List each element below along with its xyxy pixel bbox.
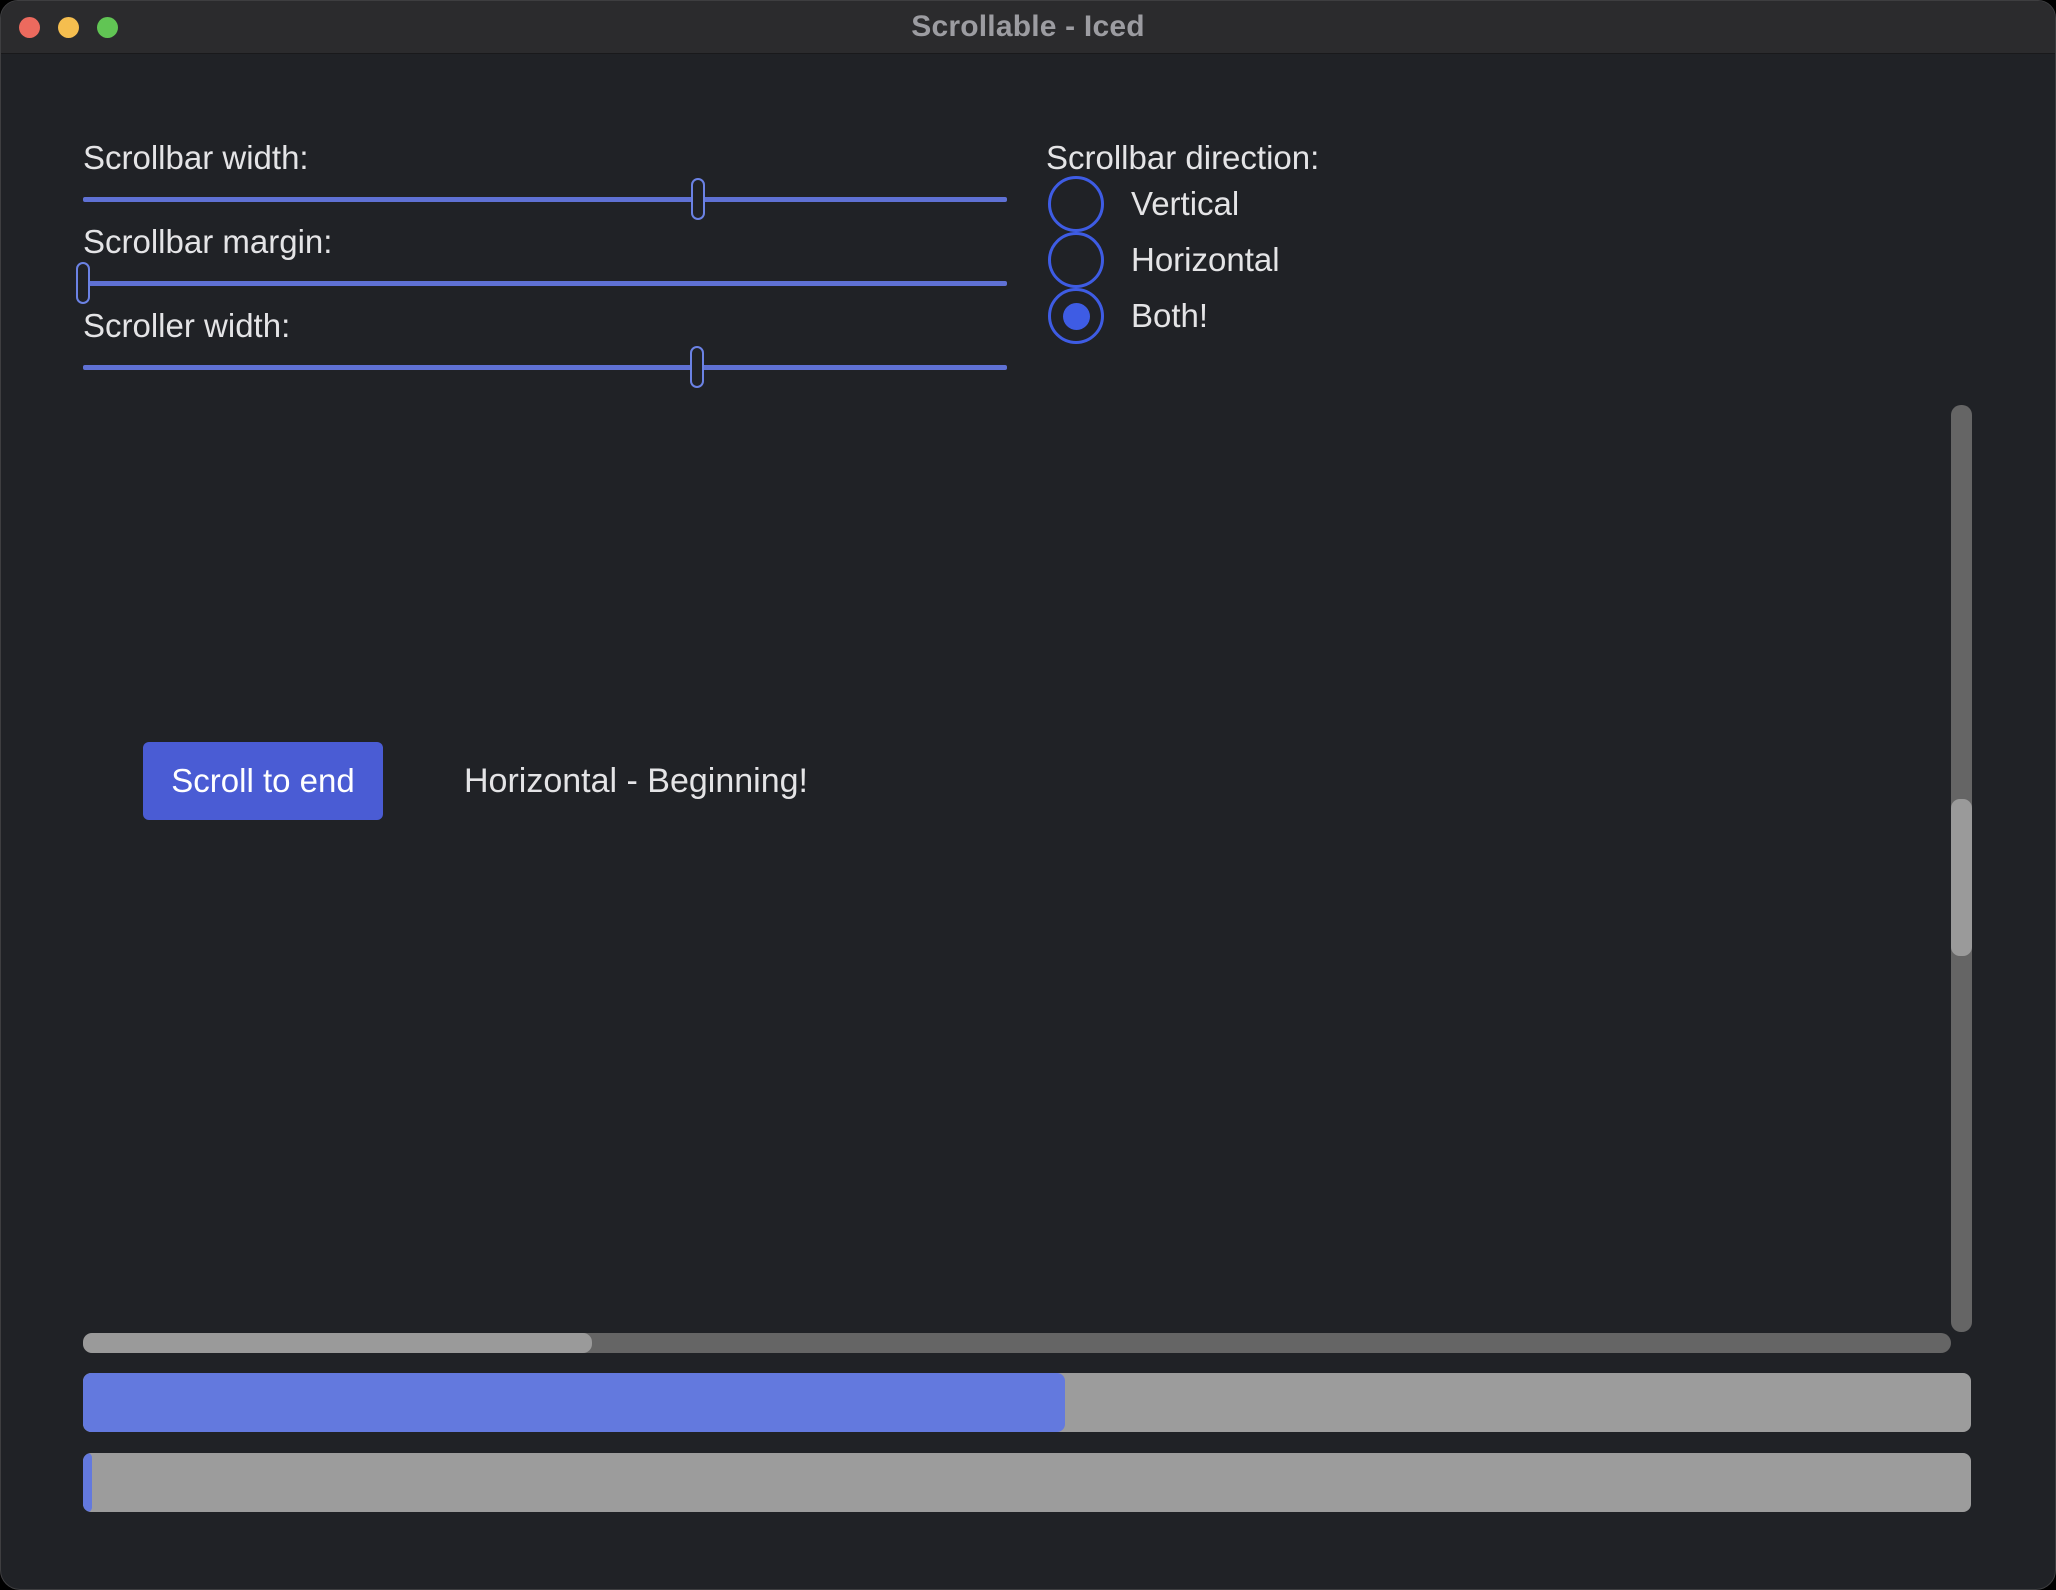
window-title: Scrollable - Iced: [911, 10, 1144, 44]
scroller-width-slider[interactable]: [83, 346, 1007, 388]
scroll-status-text: Horizontal - Beginning!: [464, 742, 808, 820]
horizontal-scrollbar-thumb[interactable]: [83, 1333, 592, 1353]
progress-fill: [83, 1453, 92, 1512]
horizontal-progress-bar: [83, 1373, 1971, 1432]
vertical-scrollbar-thumb[interactable]: [1951, 799, 1972, 956]
radio-horizontal-label: Horizontal: [1131, 241, 1280, 279]
app-window: Scrollable - Iced Scrollbar width: Scrol…: [0, 0, 2056, 1590]
scrollbar-margin-slider[interactable]: [83, 262, 1007, 304]
radio-both[interactable]: Both!: [1048, 288, 1208, 344]
scroller-width-label: Scroller width:: [83, 307, 290, 345]
radio-vertical-label: Vertical: [1131, 185, 1239, 223]
zoom-button[interactable]: [97, 17, 118, 38]
radio-circle-icon[interactable]: [1048, 288, 1104, 344]
horizontal-scrollbar[interactable]: [83, 1333, 1951, 1353]
title-bar: Scrollable - Iced: [1, 1, 2055, 54]
scroll-to-end-button[interactable]: Scroll to end: [143, 742, 383, 820]
slider-track[interactable]: [83, 197, 1007, 202]
slider-track[interactable]: [83, 281, 1007, 286]
radio-horizontal[interactable]: Horizontal: [1048, 232, 1280, 288]
radio-circle-icon[interactable]: [1048, 176, 1104, 232]
progress-fill: [83, 1373, 1065, 1432]
vertical-progress-bar: [83, 1453, 1971, 1512]
radio-vertical[interactable]: Vertical: [1048, 176, 1239, 232]
slider-handle[interactable]: [690, 346, 704, 388]
slider-track[interactable]: [83, 365, 1007, 370]
radio-both-label: Both!: [1131, 297, 1208, 335]
traffic-lights: [19, 1, 118, 54]
close-button[interactable]: [19, 17, 40, 38]
minimize-button[interactable]: [58, 17, 79, 38]
slider-handle[interactable]: [691, 178, 705, 220]
scrollbar-direction-label: Scrollbar direction:: [1046, 139, 1319, 177]
scrollbar-width-label: Scrollbar width:: [83, 139, 309, 177]
vertical-scrollbar[interactable]: [1951, 405, 1972, 1332]
slider-handle[interactable]: [76, 262, 90, 304]
radio-dot-icon: [1063, 303, 1090, 330]
scrollbar-width-slider[interactable]: [83, 178, 1007, 220]
scrollbar-margin-label: Scrollbar margin:: [83, 223, 332, 261]
radio-circle-icon[interactable]: [1048, 232, 1104, 288]
